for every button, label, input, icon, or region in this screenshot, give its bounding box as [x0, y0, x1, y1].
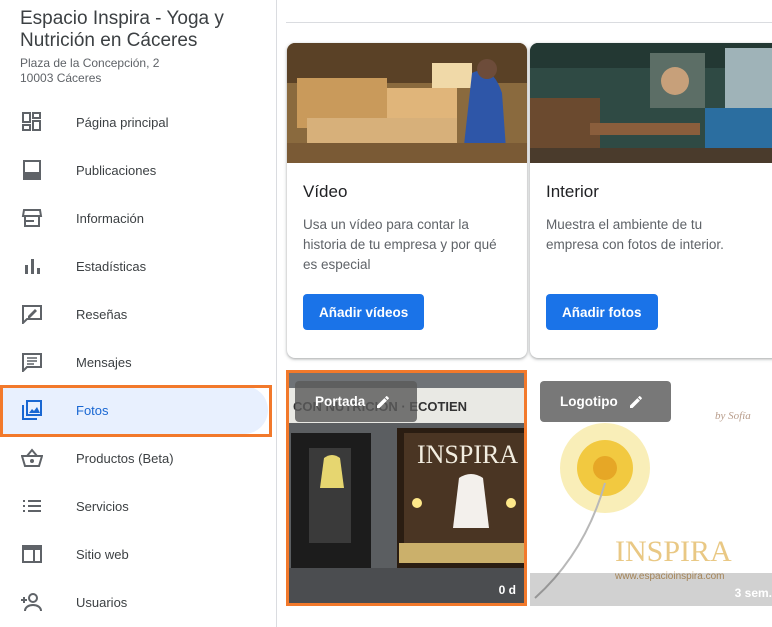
logo-age: 3 sem.	[734, 586, 772, 600]
chip-label: Logotipo	[560, 394, 618, 409]
add-videos-button[interactable]: Añadir vídeos	[303, 294, 425, 330]
dashboard-icon	[21, 112, 43, 132]
video-card-image	[287, 43, 527, 163]
cover-sign-text: INSPIRA	[417, 440, 518, 469]
person-add-icon	[21, 592, 43, 612]
message-icon	[21, 352, 43, 372]
sidebar-item-home[interactable]: Página principal	[0, 98, 277, 146]
sidebar-item-stats[interactable]: Estadísticas	[0, 242, 277, 290]
sidebar-item-reviews[interactable]: Reseñas	[0, 290, 277, 338]
card-title: Vídeo	[303, 182, 348, 201]
interior-card-image	[530, 43, 772, 163]
address-line-1: Plaza de la Concepción, 2	[20, 56, 160, 70]
logo-brand-text: INSPIRA	[615, 535, 732, 568]
logo-chip[interactable]: Logotipo	[540, 381, 671, 422]
app-root: Espacio Inspira - Yoga y Nutrición en Cá…	[0, 0, 772, 627]
cover-age: 0 d	[498, 583, 516, 597]
sidebar-item-services[interactable]: Servicios	[0, 482, 277, 530]
sidebar-item-label: Mensajes	[76, 354, 132, 370]
edit-pencil-icon	[377, 395, 390, 408]
card-title: Interior	[546, 182, 599, 201]
sidebar-nav: Página principal Publicaciones Informaci…	[0, 98, 277, 626]
business-name: Espacio Inspira - Yoga y Nutrición en Cá…	[20, 8, 224, 51]
sidebar-item-messages[interactable]: Mensajes	[0, 338, 277, 386]
sidebar-item-posts[interactable]: Publicaciones	[0, 146, 277, 194]
interior-card: Interior Muestra el ambiente de tu empre…	[530, 43, 772, 358]
shopping-basket-icon	[21, 448, 43, 468]
main-content: Vídeo Usa un vídeo para contar la histor…	[278, 0, 772, 627]
logo-tagline-text: by Sofía	[715, 410, 751, 422]
sidebar-item-label: Productos (Beta)	[76, 450, 174, 466]
card-description: Usa un vídeo para contar la historia de …	[303, 217, 497, 272]
sidebar-item-photos[interactable]: Fotos	[0, 386, 268, 434]
sidebar-item-label: Página principal	[76, 114, 169, 130]
cover-chip[interactable]: Portada	[295, 381, 417, 422]
card-description: Muestra el ambiente de tu empresa con fo…	[546, 217, 724, 252]
sidebar-item-info[interactable]: Información	[0, 194, 277, 242]
cover-photo-tile[interactable]: CON NUTRICIÓN · ECOTIEN INSPIRA Portada …	[286, 370, 527, 606]
sidebar-item-label: Estadísticas	[76, 258, 147, 274]
sidebar-item-products[interactable]: Productos (Beta)	[0, 434, 277, 482]
chip-label: Portada	[315, 394, 366, 409]
sidebar-item-website[interactable]: Sitio web	[0, 530, 277, 578]
sidebar-item-label: Sitio web	[76, 546, 129, 562]
logo-photo-tile[interactable]: by Sofía INSPIRA www.espacioinspira.com …	[530, 373, 772, 606]
address-line-2: 10003 Cáceres	[20, 71, 102, 85]
sidebar: Espacio Inspira - Yoga y Nutrición en Cá…	[0, 0, 277, 627]
sidebar-item-label: Fotos	[76, 402, 109, 418]
bar-chart-icon	[21, 256, 43, 276]
storefront-icon	[21, 208, 43, 228]
posts-icon	[21, 160, 43, 180]
business-address: Plaza de la Concepción, 2 10003 Cáceres	[20, 56, 159, 86]
sidebar-item-label: Reseñas	[76, 306, 128, 322]
photo-library-icon	[21, 400, 43, 420]
edit-pencil-icon	[629, 395, 642, 408]
sidebar-item-users[interactable]: Usuarios	[0, 578, 277, 626]
sidebar-item-label: Servicios	[76, 498, 129, 514]
sidebar-item-label: Publicaciones	[76, 162, 157, 178]
sidebar-item-label: Información	[76, 210, 144, 226]
list-icon	[21, 496, 43, 516]
video-card: Vídeo Usa un vídeo para contar la histor…	[287, 43, 527, 358]
sidebar-item-label: Usuarios	[76, 594, 128, 610]
web-icon	[21, 544, 43, 564]
divider	[286, 22, 772, 23]
rate-review-icon	[21, 304, 43, 324]
add-photos-button[interactable]: Añadir fotos	[546, 294, 658, 330]
